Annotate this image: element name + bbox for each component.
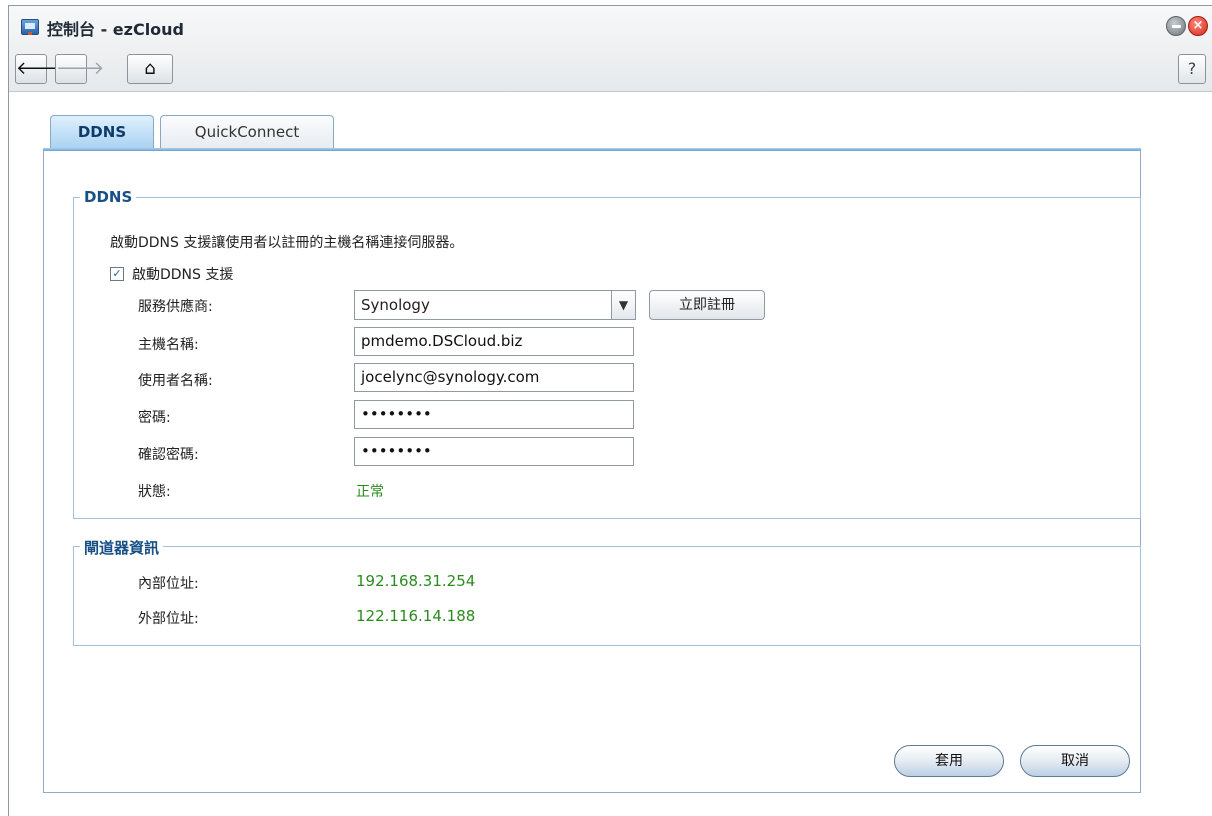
internal-address-value: 192.168.31.254 <box>356 572 476 590</box>
tab-quickconnect[interactable]: QuickConnect <box>160 115 334 149</box>
ddns-legend: DDNS <box>80 188 137 206</box>
hostname-input[interactable]: pmdemo.DSCloud.biz <box>354 327 634 356</box>
username-input[interactable]: jocelync@synology.com <box>354 363 634 392</box>
close-icon[interactable]: × <box>1188 16 1208 36</box>
enable-ddns-row: ✓ 啟動DDNS 支援 <box>110 264 233 284</box>
cancel-button[interactable]: 取消 <box>1020 745 1130 777</box>
tab-ddns[interactable]: DDNS <box>50 115 154 149</box>
external-address-value: 122.116.14.188 <box>356 607 476 625</box>
back-button[interactable]: 🡐 <box>15 54 64 84</box>
status-label: 狀態: <box>138 484 171 500</box>
chevron-down-icon[interactable]: ▼ <box>611 291 635 319</box>
provider-selected-value: Synology <box>361 296 430 314</box>
confirm-password-label: 確認密碼: <box>138 447 199 463</box>
hostname-label: 主機名稱: <box>138 337 199 353</box>
window-title: 控制台 - ezCloud <box>47 20 185 39</box>
status-value: 正常 <box>356 484 384 500</box>
internal-address-label: 內部位址: <box>138 576 199 592</box>
enable-ddns-checkbox[interactable]: ✓ <box>110 267 124 281</box>
confirm-password-input[interactable]: •••••••• <box>354 437 634 466</box>
home-button[interactable]: ⌂ <box>127 54 173 84</box>
enable-ddns-label: 啟動DDNS 支援 <box>132 267 234 283</box>
gateway-fieldset: 閘道器資訊 <box>73 537 1141 646</box>
apply-button[interactable]: 套用 <box>894 745 1004 777</box>
forward-button[interactable]: 🡒 <box>55 54 104 84</box>
minimize-icon[interactable] <box>1166 16 1186 36</box>
control-panel-icon <box>21 19 39 35</box>
gateway-legend: 閘道器資訊 <box>80 537 164 558</box>
help-button[interactable]: ? <box>1178 54 1206 84</box>
provider-select[interactable]: Synology ▼ <box>354 290 636 320</box>
provider-label: 服務供應商: <box>138 299 213 315</box>
username-label: 使用者名稱: <box>138 373 213 389</box>
title-bar: 控制台 - ezCloud × 🡐 🡒 ⌂ ? <box>9 6 1212 92</box>
external-address-label: 外部位址: <box>138 611 199 627</box>
ddns-description: 啟動DDNS 支援讓使用者以註冊的主機名稱連接伺服器。 <box>110 235 464 251</box>
password-input[interactable]: •••••••• <box>354 400 634 429</box>
password-label: 密碼: <box>138 410 171 426</box>
register-now-button[interactable]: 立即註冊 <box>649 290 765 320</box>
